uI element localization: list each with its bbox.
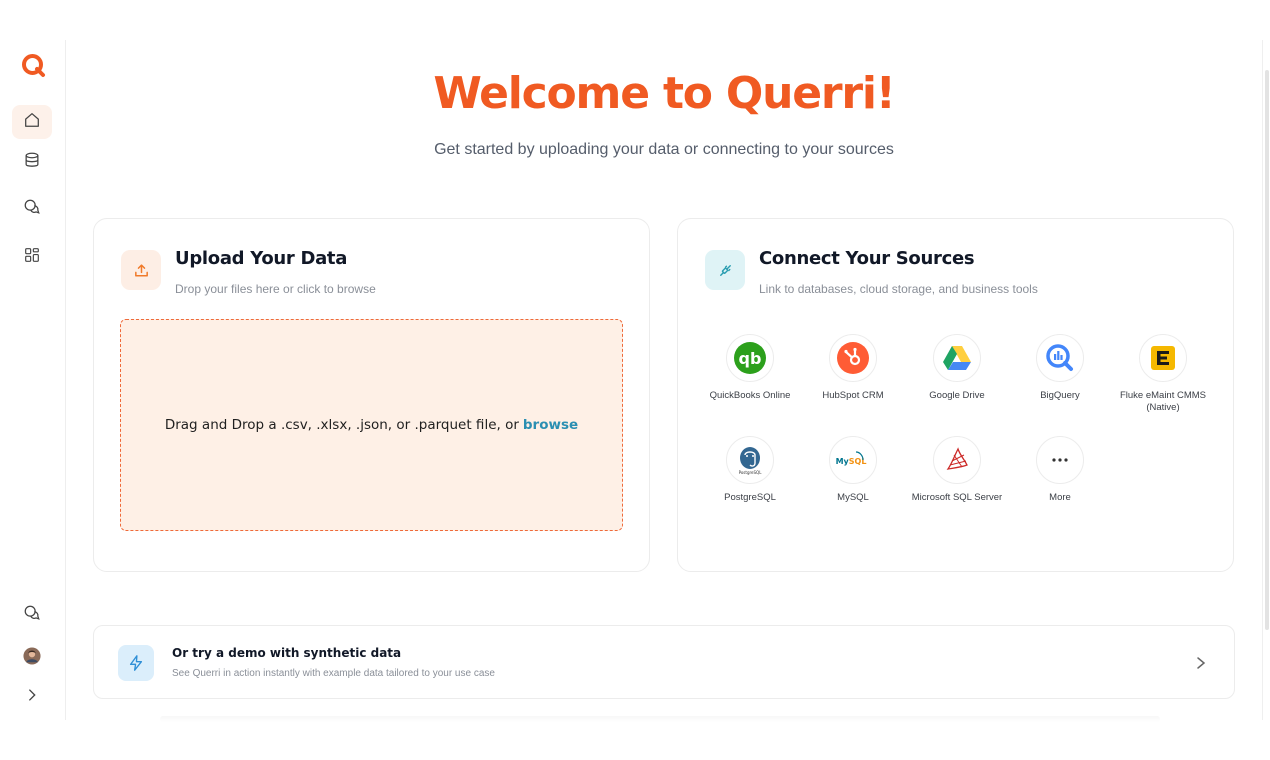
chevron-right-icon[interactable] xyxy=(1194,653,1208,673)
dashboard-icon xyxy=(23,246,41,269)
connector-hubspot[interactable]: HubSpot CRM xyxy=(799,334,907,402)
page-title: Welcome to Querri! xyxy=(433,68,896,119)
sidebar xyxy=(0,40,66,720)
emaint-icon xyxy=(1139,334,1187,382)
quickbooks-icon: qb xyxy=(726,334,774,382)
connector-label: HubSpot CRM xyxy=(822,390,884,401)
upload-title: Upload Your Data xyxy=(175,248,348,269)
plug-icon xyxy=(705,250,745,290)
scrollbar[interactable] xyxy=(1262,40,1270,720)
sidebar-item-feedback[interactable] xyxy=(12,598,52,632)
bigquery-icon xyxy=(1036,334,1084,382)
sidebar-item-home[interactable] xyxy=(12,105,52,139)
connector-quickbooks[interactable]: qb QuickBooks Online xyxy=(696,334,804,402)
connector-label: More xyxy=(1049,492,1071,503)
upload-subtitle: Drop your files here or click to browse xyxy=(175,282,376,296)
connector-sql-server[interactable]: Microsoft SQL Server xyxy=(903,436,1011,504)
connector-label: PostgreSQL xyxy=(724,492,776,503)
file-dropzone[interactable]: Drag and Drop a .csv, .xlsx, .json, or .… xyxy=(120,319,623,531)
connect-subtitle: Link to databases, cloud storage, and bu… xyxy=(759,282,1038,296)
connector-label: Fluke eMaint CMMS (Native) xyxy=(1119,390,1207,413)
connector-label: Google Drive xyxy=(929,390,985,401)
expand-sidebar-button[interactable] xyxy=(12,680,52,714)
demo-title: Or try a demo with synthetic data xyxy=(172,646,402,660)
hubspot-icon xyxy=(829,334,877,382)
connector-label: QuickBooks Online xyxy=(709,390,791,401)
connector-label: BigQuery xyxy=(1040,390,1080,401)
chat-icon xyxy=(23,198,41,221)
connector-mysql[interactable]: MySQL MySQL xyxy=(799,436,907,504)
postgresql-icon: PostgreSQL xyxy=(726,436,774,484)
connector-postgresql[interactable]: PostgreSQL PostgreSQL xyxy=(696,436,804,504)
dropzone-text: Drag and Drop a .csv, .xlsx, .json, or .… xyxy=(164,417,519,433)
chat-icon xyxy=(23,604,41,627)
sidebar-item-dashboards[interactable] xyxy=(12,240,52,274)
connector-more[interactable]: More xyxy=(1006,436,1114,504)
home-icon xyxy=(23,111,41,134)
connector-label: MySQL xyxy=(837,492,869,503)
google-drive-icon xyxy=(933,334,981,382)
querri-logo-icon[interactable] xyxy=(20,52,46,78)
sql-server-icon xyxy=(933,436,981,484)
page-subtitle: Get started by uploading your data or co… xyxy=(434,141,894,158)
connector-label: Microsoft SQL Server xyxy=(911,492,1003,503)
database-icon xyxy=(23,151,41,174)
upload-icon xyxy=(121,250,161,290)
scrollbar-thumb[interactable] xyxy=(1265,70,1269,630)
svg-text:qb: qb xyxy=(739,349,762,368)
demo-banner[interactable]: Or try a demo with synthetic data See Qu… xyxy=(93,625,1235,699)
svg-text:PostgreSQL: PostgreSQL xyxy=(739,470,763,475)
mysql-icon: MySQL xyxy=(829,436,877,484)
sidebar-item-data[interactable] xyxy=(12,145,52,179)
connector-bigquery[interactable]: BigQuery xyxy=(1006,334,1114,402)
connect-title: Connect Your Sources xyxy=(759,248,975,269)
sidebar-item-chat[interactable] xyxy=(12,192,52,226)
svg-text:MySQL: MySQL xyxy=(836,457,866,466)
connector-google-drive[interactable]: Google Drive xyxy=(903,334,1011,402)
upload-card: Upload Your Data Drop your files here or… xyxy=(93,218,650,572)
lightning-icon xyxy=(118,645,154,681)
scroll-fade xyxy=(160,716,1160,722)
more-icon xyxy=(1036,436,1084,484)
demo-subtitle: See Querri in action instantly with exam… xyxy=(172,668,495,679)
connector-emaint[interactable]: Fluke eMaint CMMS (Native) xyxy=(1109,334,1217,414)
connect-card: Connect Your Sources Link to databases, … xyxy=(677,218,1234,572)
chevron-right-icon xyxy=(23,686,41,709)
avatar[interactable] xyxy=(12,639,52,673)
browse-link[interactable]: browse xyxy=(523,417,578,433)
app: Welcome to Querri! Get started by upload… xyxy=(0,0,1270,760)
